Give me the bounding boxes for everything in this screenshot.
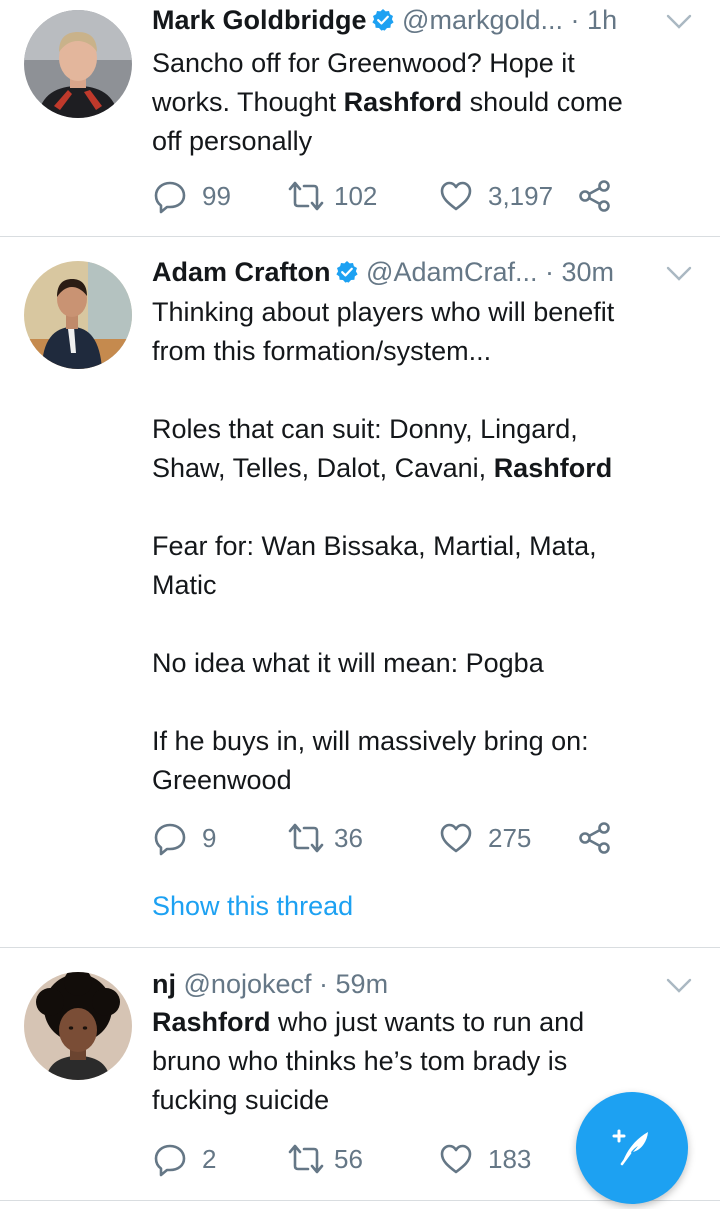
tweet-header: nj @nojokecf · 59m (152, 966, 692, 1002)
tweet-line: works. Thought Rashford should come (152, 87, 623, 117)
tweet-line: If he buys in, will massively bring on: (152, 726, 589, 756)
like-count: 183 (488, 1143, 532, 1174)
like-count: 275 (488, 822, 532, 853)
retweet-icon (286, 820, 326, 856)
compose-feather-icon (608, 1122, 656, 1175)
verified-badge-icon (371, 5, 395, 31)
reply-bubble-icon (152, 1141, 188, 1177)
reply-button[interactable]: 99 (152, 176, 231, 216)
author-handle[interactable]: @nojokecf (184, 969, 312, 999)
share-icon (578, 820, 612, 856)
avatar[interactable] (24, 261, 132, 369)
tweet-line: off personally (152, 126, 313, 156)
tweet-line: Greenwood (152, 765, 292, 795)
author-name[interactable]: Adam Crafton (152, 257, 331, 287)
author-handle[interactable]: @markgold... (402, 5, 563, 35)
tweet-text: Sancho off for Greenwood? Hope it works.… (152, 44, 692, 161)
reply-bubble-icon (152, 178, 188, 214)
tweet-header: Mark Goldbridge @markgold... · 1h (152, 2, 692, 38)
separator-dot: · (319, 969, 329, 999)
separator-dot: · (545, 257, 554, 287)
heart-icon (438, 1141, 474, 1177)
share-button[interactable] (578, 176, 612, 216)
heart-icon (438, 178, 474, 214)
reply-button[interactable]: 2 (152, 1139, 216, 1179)
share-button[interactable] (578, 818, 612, 858)
verified-badge-icon (335, 257, 359, 283)
tweet-line: from this formation/system... (152, 336, 492, 366)
tweet-line: Shaw, Telles, Dalot, Cavani, Rashford (152, 453, 613, 483)
retweet-count: 102 (334, 180, 378, 211)
reply-count: 2 (202, 1143, 217, 1174)
chevron-down-icon[interactable] (666, 14, 692, 30)
tweet-adam-crafton[interactable]: Adam Crafton @AdamCraf... · 30m Thinking… (0, 237, 720, 947)
tweet-line: Thinking about players who will benefit (152, 297, 615, 327)
tweet-line: Roles that can suit: Donny, Lingard, (152, 414, 578, 444)
author-handle[interactable]: @AdamCraf... (366, 257, 537, 287)
retweet-icon (286, 1141, 326, 1177)
author-name[interactable]: nj (152, 969, 176, 999)
share-icon (578, 178, 612, 214)
retweet-button[interactable]: 36 (286, 818, 363, 858)
tweet-line: Fear for: Wan Bissaka, Martial, Mata, (152, 531, 597, 561)
avatar[interactable] (24, 972, 132, 1080)
tweet-line: No idea what it will mean: Pogba (152, 648, 544, 678)
timestamp[interactable]: 59m (336, 969, 389, 999)
bold-keyword: Rashford (493, 453, 613, 483)
reply-button[interactable]: 9 (152, 818, 216, 858)
retweet-button[interactable]: 56 (286, 1139, 363, 1179)
reply-bubble-icon (152, 820, 188, 856)
tweet-line: Rashford who just wants to run and (152, 1007, 585, 1037)
tweet-actions: 9 36 275 (152, 818, 672, 858)
tweet-mark-goldbridge[interactable]: Mark Goldbridge @markgold... · 1h Sancho… (0, 0, 720, 236)
like-button[interactable]: 183 (438, 1139, 531, 1179)
avatar[interactable] (24, 10, 132, 118)
heart-icon (438, 820, 474, 856)
tweet-line: bruno who thinks he’s tom brady is (152, 1046, 568, 1076)
author-name[interactable]: Mark Goldbridge (152, 5, 367, 35)
like-count: 3,197 (488, 180, 554, 211)
show-thread-link[interactable]: Show this thread (152, 886, 353, 926)
chevron-down-icon[interactable] (666, 978, 692, 994)
retweet-button[interactable]: 102 (286, 176, 377, 216)
tweet-actions: 2 56 183 (152, 1139, 572, 1179)
retweet-count: 56 (334, 1143, 363, 1174)
like-button[interactable]: 3,197 (438, 176, 553, 216)
chevron-down-icon[interactable] (666, 266, 692, 282)
bold-keyword: Rashford (152, 1007, 271, 1037)
tweet-header: Adam Crafton @AdamCraf... · 30m (152, 254, 692, 290)
timestamp[interactable]: 1h (587, 5, 617, 35)
reply-count: 9 (202, 822, 217, 853)
tweet-line: Sancho off for Greenwood? Hope it (152, 48, 575, 78)
separator-dot: · (570, 5, 580, 35)
tweet-line: Matic (152, 570, 217, 600)
retweet-icon (286, 178, 326, 214)
timestamp[interactable]: 30m (562, 257, 615, 287)
bold-keyword: Rashford (343, 87, 463, 117)
retweet-count: 36 (334, 822, 363, 853)
tweet-text: Thinking about players who will benefit … (152, 293, 692, 800)
like-button[interactable]: 275 (438, 818, 531, 858)
compose-tweet-button[interactable] (576, 1092, 688, 1204)
reply-count: 99 (202, 180, 231, 211)
tweet-actions: 99 102 3,197 (152, 176, 672, 216)
